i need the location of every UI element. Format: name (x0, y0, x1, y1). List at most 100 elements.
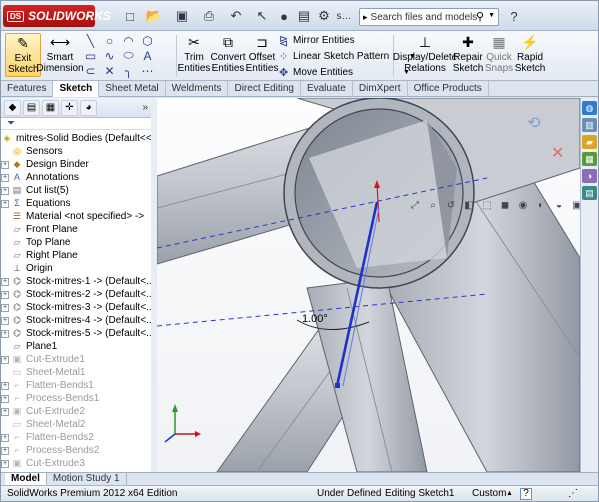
polygon-icon[interactable]: ⬡ (142, 34, 152, 48)
tab-sketch[interactable]: Sketch (53, 81, 100, 97)
tree-item[interactable]: + ⌐ Flatten-Bends2 (1, 431, 151, 444)
offset-entities-button[interactable]: ⊐ Offset Entities (246, 33, 279, 77)
tree-item[interactable]: ⊥ Origin (1, 262, 151, 275)
tab-model[interactable]: Model (5, 473, 47, 485)
tree-item[interactable]: ◎ Sensors (1, 145, 151, 158)
expand-icon[interactable]: + (1, 407, 9, 416)
scene-icon[interactable]: ◒ (551, 198, 567, 212)
expand-icon[interactable]: + (1, 186, 9, 195)
smart-dimension-button[interactable]: ⟷ Smart Dimension (36, 33, 83, 77)
previous-view-icon[interactable]: ↺ (443, 198, 459, 212)
expand-icon[interactable]: + (1, 303, 9, 312)
quick-snaps-button[interactable]: ▦ Quick Snaps (485, 33, 513, 77)
property-manager-tab-icon[interactable]: ▤ (23, 99, 40, 116)
rectangle-icon[interactable]: ▭ (85, 49, 96, 63)
tree-item[interactable]: + ⌬ Stock-mitres-4 -> (Default<... (1, 314, 151, 327)
tree-item[interactable]: + ⌬ Stock-mitres-5 -> (Default<... (1, 327, 151, 340)
circle-icon[interactable]: ○ (106, 34, 113, 48)
expand-tabs-icon[interactable]: » (142, 102, 148, 113)
expand-icon[interactable]: + (1, 459, 9, 468)
expand-icon[interactable]: + (1, 199, 9, 208)
chevron-down-icon[interactable]: ▼ (488, 12, 495, 19)
tree-item[interactable]: ▱ Right Plane (1, 249, 151, 262)
configuration-manager-tab-icon[interactable]: ▦ (42, 99, 59, 116)
select-arrow-icon[interactable]: ↖ (251, 7, 273, 25)
expand-icon[interactable]: + (1, 316, 9, 325)
design-library-icon[interactable]: ▥ (582, 118, 597, 132)
print-icon[interactable]: ⎙ (198, 7, 220, 25)
solidworks-menu-button[interactable]: DS SOLIDWORKS ▸ (3, 5, 111, 27)
solidworks-resources-icon[interactable]: ◍ (582, 101, 597, 115)
fillet-icon[interactable]: ╮ (125, 64, 132, 78)
ellipse-icon[interactable]: ⬭ (123, 48, 133, 63)
expand-icon[interactable]: + (1, 290, 9, 299)
view-settings-icon[interactable]: ▣ (569, 198, 580, 212)
undo-icon[interactable]: ↶ (225, 7, 247, 25)
tab-sheet-metal[interactable]: Sheet Metal (99, 81, 166, 97)
rapid-sketch-button[interactable]: ⚡ Rapid Sketch (515, 33, 546, 77)
tree-item[interactable]: ▭ Sheet-Metal2 (1, 418, 151, 431)
hide-show-items-icon[interactable]: ◉ (515, 198, 531, 212)
expand-icon[interactable]: + (1, 446, 9, 455)
rebuild-icon[interactable]: ● (273, 7, 295, 25)
tree-item[interactable]: + ⌬ Stock-mitres-3 -> (Default<... (1, 301, 151, 314)
custom-properties-icon[interactable]: ▤ (582, 186, 597, 200)
display-delete-relations-button[interactable]: ⊥ Display/Delete Relations (393, 33, 457, 77)
view-orientation-icon[interactable]: ⬚ (479, 198, 495, 212)
expand-icon[interactable]: + (1, 329, 9, 338)
tree-filter[interactable]: ⏷ (1, 118, 152, 130)
tree-item[interactable]: + Σ Equations (1, 197, 151, 210)
expand-icon[interactable]: + (1, 394, 9, 403)
search-box[interactable]: ▸ Search files and models ⚲ ▼ (359, 8, 499, 26)
line-icon[interactable]: ╲ (87, 34, 94, 48)
tab-evaluate[interactable]: Evaluate (301, 81, 353, 97)
edit-appearance-icon[interactable]: ◐ (533, 198, 549, 212)
file-properties-icon[interactable]: ▤ (293, 7, 315, 25)
tree-item[interactable]: + ⌬ Stock-mitres-2 -> (Default<... (1, 288, 151, 301)
expand-icon[interactable]: + (1, 381, 9, 390)
section-view-icon[interactable]: ◧ (461, 198, 477, 212)
tab-motion-study[interactable]: Motion Study 1 (47, 473, 127, 485)
tree-item[interactable]: ▱ Front Plane (1, 223, 151, 236)
trim-entities-button[interactable]: ✂ Trim Entities (178, 33, 211, 77)
tree-item[interactable]: ▱ Top Plane (1, 236, 151, 249)
move-entities-button[interactable]: ✥ Move Entities ▼ (279, 66, 410, 79)
tab-features[interactable]: Features (1, 81, 54, 97)
tree-item[interactable]: + ▤ Cut list(5) (1, 184, 151, 197)
text-icon[interactable]: A (143, 49, 151, 63)
zoom-to-fit-icon[interactable]: ⤢ (407, 198, 423, 212)
help-icon[interactable]: ? (503, 7, 525, 25)
view-palette-icon[interactable]: ▦ (582, 152, 597, 166)
expand-icon[interactable]: + (1, 160, 9, 169)
tree-root[interactable]: ◈ mitres-Solid Bodies (Default<<D (1, 132, 151, 145)
dimxpert-manager-tab-icon[interactable]: ✛ (61, 99, 78, 116)
tab-dimxpert[interactable]: DimXpert (353, 81, 408, 97)
tree-item[interactable]: + ◆ Design Binder (1, 158, 151, 171)
search-input[interactable]: Search files and models (371, 12, 478, 23)
tree-item[interactable]: ▱ Plane1 (1, 340, 151, 353)
display-manager-tab-icon[interactable]: ◕ (80, 99, 97, 116)
convert-entities-button[interactable]: ⧉ Convert Entities (211, 33, 246, 77)
expand-icon[interactable]: + (1, 355, 9, 364)
tab-office-products[interactable]: Office Products (408, 81, 489, 97)
expand-icon[interactable]: + (1, 277, 9, 286)
appearances-icon[interactable]: ◑ (582, 169, 597, 183)
point-icon[interactable]: ✕ (104, 64, 114, 78)
spline-icon[interactable]: ∿ (104, 49, 114, 63)
tree-item[interactable]: ☰ Material <not specified> -> (1, 210, 151, 223)
feature-manager-tab-icon[interactable]: ◆ (4, 99, 21, 116)
expand-icon[interactable]: + (1, 173, 9, 182)
tree-item[interactable]: + ⌐ Process-Bends2 (1, 444, 151, 457)
tree-item[interactable]: + ⌬ Stock-mitres-1 -> (Default<... (1, 275, 151, 288)
arc-icon[interactable]: ◠ (123, 34, 133, 48)
angle-dimension-value[interactable]: 1.00° (302, 313, 328, 325)
more-commands-icon[interactable]: s… (333, 7, 355, 25)
tree-item[interactable]: + A Annotations (1, 171, 151, 184)
mirror-entities-button[interactable]: ⧎ Mirror Entities (279, 34, 355, 47)
new-document-icon[interactable]: □ (119, 7, 141, 25)
tab-weldments[interactable]: Weldments (166, 81, 229, 97)
tree-item[interactable]: + ⌐ Process-Bends1 (1, 392, 151, 405)
units-selector[interactable]: Custom (472, 486, 506, 501)
open-folder-icon[interactable]: 📂 (143, 7, 165, 25)
tree-item[interactable]: + ⌐ Flatten-Bends1 (1, 379, 151, 392)
